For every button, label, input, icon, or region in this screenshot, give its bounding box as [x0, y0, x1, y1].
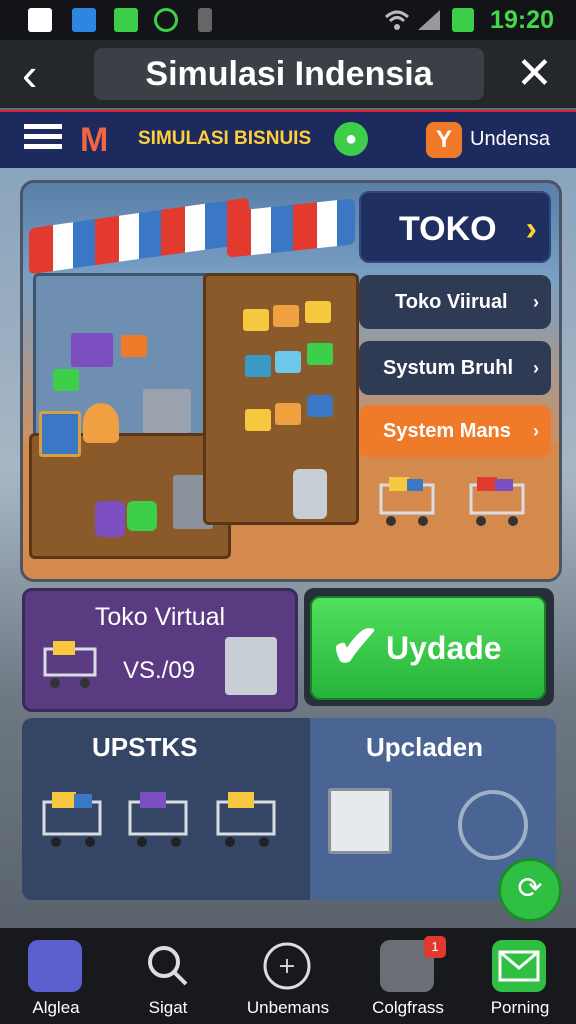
blue-box	[307, 395, 333, 417]
green-bin	[127, 501, 157, 531]
search-icon	[140, 940, 194, 992]
shopping-cart-icon[interactable]	[126, 784, 196, 850]
refresh-fab-icon[interactable]: ⟳	[498, 858, 562, 922]
tab-label: Porning	[490, 998, 550, 1017]
toko-virtual-card[interactable]: Toko Virtual VS./09	[22, 588, 298, 712]
card-title: Toko Virtual	[94, 603, 226, 631]
cash-register	[143, 389, 191, 433]
green-box	[307, 343, 333, 365]
chat-icon[interactable]: ●	[334, 122, 368, 156]
sync-icon	[154, 8, 178, 32]
close-icon[interactable]: ✕	[516, 48, 553, 100]
yellow-box	[305, 301, 331, 323]
menu-item-label: Systum Bruhl	[383, 357, 514, 379]
update-button[interactable]: ✔ Uydade	[310, 596, 546, 700]
status-bar: 19:20	[0, 0, 576, 40]
orange-box	[275, 403, 301, 425]
update-card: ✔ Uydade	[304, 588, 554, 706]
battery-small-icon	[198, 8, 212, 32]
tab-sigat[interactable]: Sigat	[112, 928, 224, 1024]
green-box	[53, 369, 79, 391]
wifi-icon	[384, 8, 410, 32]
tab-colgfrass[interactable]: 1 Colgfrass	[352, 928, 464, 1024]
tab-unbemans[interactable]: + Unbemans	[232, 928, 344, 1024]
yellow-box	[245, 409, 271, 431]
shopping-cart-icon[interactable]	[214, 784, 284, 850]
tab-label: Unbemans	[246, 998, 330, 1017]
gallery-icon	[28, 8, 52, 32]
tab-alglea[interactable]: Alglea	[0, 928, 112, 1024]
tab-label: Colgfrass	[372, 998, 444, 1017]
signal-icon	[416, 8, 440, 32]
robot-vacuum	[293, 469, 327, 519]
chevron-right-icon: ›	[533, 292, 539, 312]
shopkeeper	[83, 403, 119, 443]
blue-box	[245, 355, 271, 377]
home-icon	[28, 940, 82, 992]
shopping-cart-icon	[377, 473, 441, 529]
upstks-title: UPSTKS	[92, 732, 198, 762]
wheel-icon	[458, 790, 528, 860]
inventory-card[interactable]: UPSTKS Upcladen	[22, 718, 556, 900]
tab-label: Alglea	[32, 998, 80, 1017]
cyan-box	[275, 351, 301, 373]
brand-logo: M	[80, 121, 109, 159]
yellow-box	[243, 309, 269, 331]
chevron-right-icon: ›	[533, 358, 539, 378]
card-value: VS./09	[123, 657, 196, 684]
red-awning	[29, 197, 249, 275]
tab-porning[interactable]: Porning	[464, 928, 576, 1024]
notification-icon	[72, 8, 96, 32]
app-header: M SIMULASI BISNUIS ● Y Undensa	[0, 110, 576, 170]
region-label[interactable]: Undensa	[470, 128, 550, 151]
orange-box	[121, 335, 147, 357]
page-title: Simulasi Indensia	[94, 48, 484, 100]
brand-name: SIMULASI BISNUIS	[138, 128, 312, 149]
game-icon	[114, 8, 138, 32]
tab-label: Sigat	[148, 998, 188, 1017]
menu-item-systum-bruhl[interactable]: Systum Bruhl ›	[359, 341, 551, 395]
hamburger-menu-icon[interactable]	[24, 124, 62, 156]
storage-box-icon[interactable]	[328, 788, 392, 854]
update-button-label: Uydade	[386, 630, 502, 666]
purple-box	[71, 333, 113, 367]
svg-text:+: +	[278, 954, 296, 979]
toko-main-label: TOKO	[399, 210, 497, 248]
menu-item-label: System Mans	[383, 420, 511, 442]
menu-item-label: Toko Viirual	[395, 291, 508, 313]
status-time: 19:20	[490, 6, 554, 34]
chevron-right-icon: ›	[533, 421, 539, 441]
picture-frame	[39, 411, 81, 457]
notification-badge: 1	[424, 936, 446, 958]
mail-icon	[492, 940, 546, 992]
shopping-cart-icon	[467, 473, 531, 529]
battery-icon	[452, 8, 474, 32]
back-arrow-icon[interactable]: ‹	[22, 46, 37, 102]
checkmark-icon: ✔	[330, 613, 381, 680]
toko-main-button[interactable]: TOKO ›	[359, 191, 551, 263]
menu-item-system-mans[interactable]: System Mans ›	[359, 405, 551, 457]
server-icon	[225, 637, 277, 695]
chevron-right-icon: ›	[525, 210, 537, 248]
menu-item-toko-virtual[interactable]: Toko Viirual ›	[359, 275, 551, 329]
upcladen-title: Upcladen	[366, 732, 484, 762]
app-switch-icon[interactable]: Y	[426, 122, 462, 158]
purple-bin	[95, 501, 125, 537]
shopping-cart-icon[interactable]	[40, 784, 110, 850]
title-bar: ‹ Simulasi Indensia ✕	[0, 40, 576, 108]
store-scene-card: TOKO › Toko Viirual › Systum Bruhl › Sys…	[20, 180, 562, 582]
shopping-cart-icon	[41, 635, 105, 691]
orange-box	[273, 305, 299, 327]
bottom-tab-bar: Alglea Sigat + Unbemans 1 Colgfrass Porn…	[0, 928, 576, 1024]
compass-icon: +	[260, 940, 314, 992]
